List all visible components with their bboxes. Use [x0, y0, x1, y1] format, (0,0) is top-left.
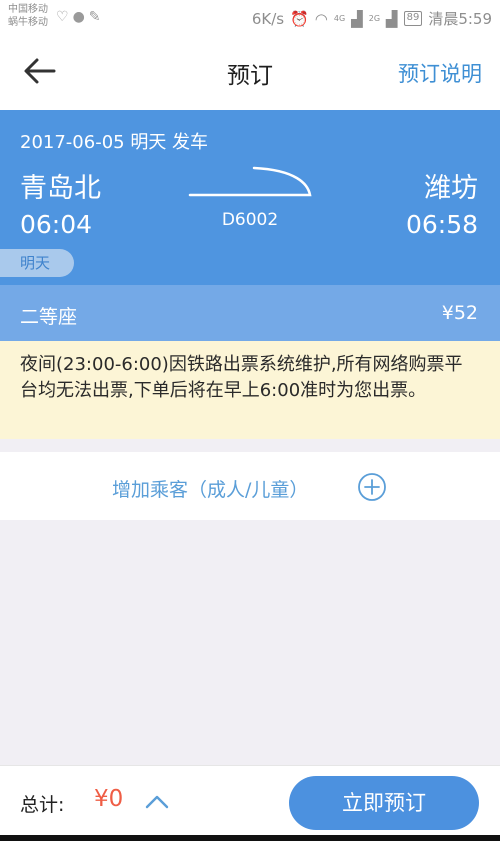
total-label: 总计:	[20, 794, 65, 816]
book-now-button[interactable]: 立即预订	[289, 776, 479, 830]
train-route-arrow-icon	[188, 166, 312, 197]
add-passenger-button[interactable]: 增加乘客（成人/儿童）	[0, 452, 500, 520]
battery-indicator: 89	[403, 11, 423, 26]
signal-icon-1: ▟	[351, 9, 363, 28]
status-left-icons: ♡ ● ✎	[56, 9, 101, 25]
chevron-up-icon[interactable]	[144, 792, 170, 810]
title-bar: 预订 预订说明	[0, 36, 500, 110]
status-right: 6K/s ⏰ ◠ 4G ▟ 2G ▟ 89 清晨5:59	[252, 8, 492, 29]
signal-icon-2: ▟	[386, 9, 398, 28]
add-passenger-label: 增加乘客（成人/儿童）	[112, 479, 309, 501]
status-bar: 中国移动 蜗牛移动 ♡ ● ✎ 6K/s ⏰ ◠ 4G ▟ 2G ▟ 89 清晨…	[0, 0, 500, 36]
day-badge: 明天	[0, 249, 74, 277]
from-station: 青岛北	[20, 173, 101, 204]
navigation-bar	[0, 835, 500, 841]
carrier-1: 中国移动	[8, 4, 48, 15]
wrench-icon: ✎	[88, 9, 101, 25]
seat-price: ¥52	[441, 302, 478, 324]
clock: 清晨5:59	[428, 10, 492, 28]
maintenance-notice: 夜间(23:00-6:00)因铁路出票系统维护,所有网络购票平台均无法出票,下单…	[0, 341, 500, 439]
train-info-card: 2017-06-05 明天 发车 青岛北 潍坊 06:04 D6002 06:5…	[0, 110, 500, 285]
plus-circle-icon[interactable]	[357, 472, 387, 502]
wifi-icon: ◠	[314, 9, 328, 28]
departure-date: 2017-06-05 明天 发车	[20, 132, 209, 153]
arrival-time: 06:58	[405, 210, 478, 239]
alarm-icon: ⏰	[290, 9, 309, 28]
heartbeat-icon: ♡	[56, 9, 69, 25]
total-amount: ¥0	[94, 786, 124, 812]
carrier-labels: 中国移动 蜗牛移动	[8, 3, 48, 29]
network-type-2: 2G	[368, 14, 381, 23]
carrier-2: 蜗牛移动	[8, 17, 48, 28]
booking-screen: 中国移动 蜗牛移动 ♡ ● ✎ 6K/s ⏰ ◠ 4G ▟ 2G ▟ 89 清晨…	[0, 0, 500, 841]
seat-class-row[interactable]: 二等座 ¥52	[0, 285, 500, 341]
to-station: 潍坊	[424, 173, 478, 204]
booking-help-link[interactable]: 预订说明	[398, 58, 482, 88]
bottom-bar: 总计: ¥0 立即预订	[0, 765, 500, 841]
network-speed: 6K/s	[251, 9, 285, 28]
seat-class-label: 二等座	[20, 306, 78, 328]
network-type-1: 4G	[333, 14, 346, 23]
chat-icon: ●	[72, 9, 85, 25]
